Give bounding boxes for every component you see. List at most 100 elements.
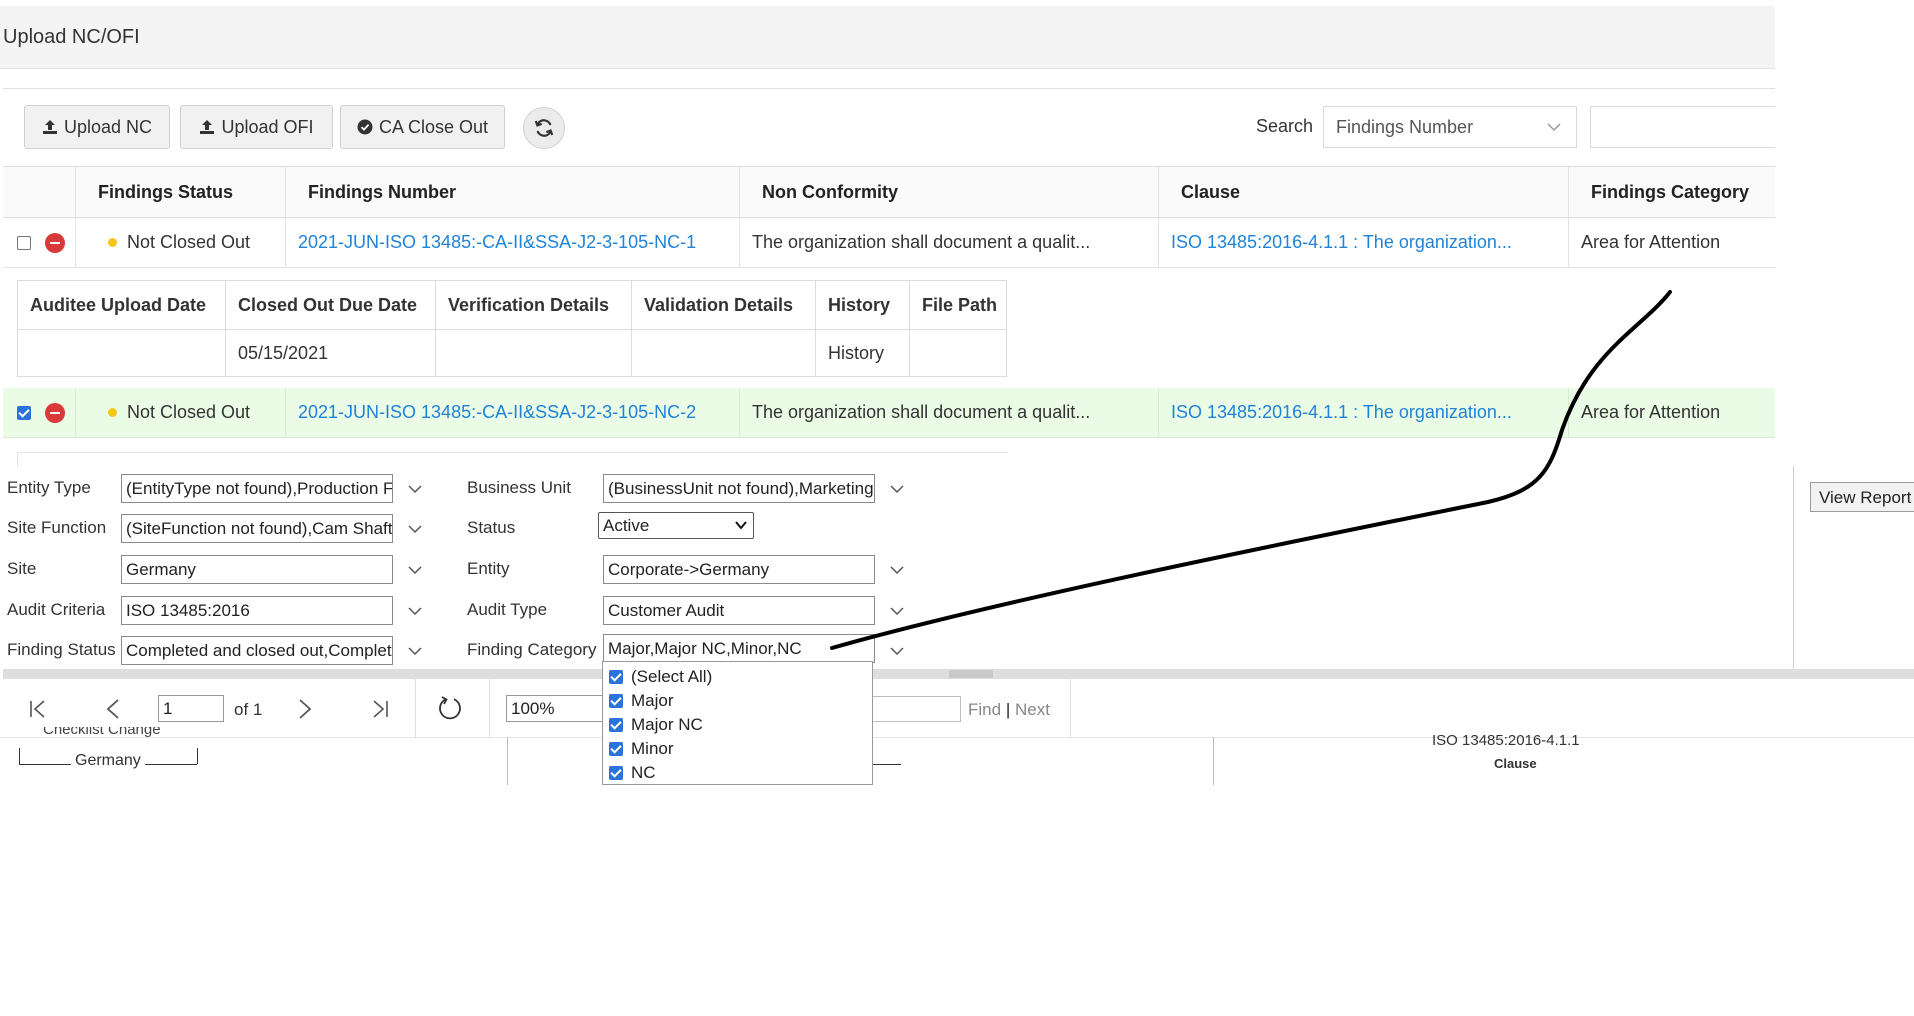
status-select[interactable]: Active — [598, 512, 754, 539]
upload-ofi-label: Upload OFI — [221, 116, 314, 137]
find-separator: | — [1005, 700, 1011, 719]
chevron-down-icon[interactable] — [408, 606, 422, 616]
upload-nc-label: Upload NC — [63, 116, 153, 137]
refresh-report-icon[interactable] — [437, 695, 463, 721]
option-checkbox[interactable] — [609, 742, 623, 756]
check-circle-icon — [357, 119, 373, 135]
non-conformity-cell: The organization shall document a qualit… — [740, 388, 1159, 437]
next-detail-table-edge — [17, 452, 1008, 467]
toolbar-separator — [1070, 679, 1071, 737]
findings-number-link[interactable]: 2021-JUN-ISO 13485:-CA-II&SSA-J2-3-105-N… — [286, 218, 740, 267]
status-dot-icon — [108, 408, 117, 417]
upload-nc-button[interactable]: Upload NC — [24, 105, 170, 149]
option-checkbox[interactable] — [609, 718, 623, 732]
column-header-findings-number[interactable]: Findings Number — [286, 167, 740, 217]
option-major-nc[interactable]: Major NC — [609, 715, 703, 735]
non-conformity-cell: The organization shall document a qualit… — [740, 218, 1159, 267]
page-number-input[interactable]: 1 — [158, 695, 224, 722]
detail-header-history: History — [816, 281, 910, 329]
report-bracket — [873, 764, 901, 765]
closed-out-due-date: 05/15/2021 — [226, 329, 436, 377]
find-input[interactable] — [866, 696, 961, 722]
next-link[interactable]: Next — [1015, 700, 1050, 719]
option-label: Major NC — [631, 715, 703, 734]
chevron-down-icon[interactable] — [408, 524, 422, 534]
chevron-down-icon[interactable] — [890, 484, 904, 494]
audit-type-field[interactable]: Customer Audit — [603, 596, 875, 625]
chevron-down-icon[interactable] — [408, 646, 422, 656]
table-row[interactable]: Not Closed Out 2021-JUN-ISO 13485:-CA-II… — [3, 388, 1775, 438]
option-select-all[interactable]: (Select All) — [609, 667, 712, 687]
row-checkbox[interactable] — [17, 405, 31, 420]
clause-link[interactable]: ISO 13485:2016-4.1.1 : The organization.… — [1159, 388, 1569, 437]
option-minor[interactable]: Minor — [609, 739, 674, 759]
audit-criteria-field[interactable]: ISO 13485:2016 — [121, 596, 393, 625]
entity-field[interactable]: Corporate->Germany — [603, 555, 875, 584]
report-bracket — [197, 748, 198, 764]
chevron-down-icon[interactable] — [408, 565, 422, 575]
ca-close-out-button[interactable]: CA Close Out — [340, 105, 505, 149]
finding-category-dropdown: (Select All) Major Major NC Minor NC — [602, 661, 873, 785]
row-select-cell — [3, 388, 76, 437]
option-major[interactable]: Major — [609, 691, 674, 711]
entity-type-label: Entity Type — [7, 478, 91, 497]
table-row[interactable]: Not Closed Out 2021-JUN-ISO 13485:-CA-II… — [3, 218, 1775, 268]
option-nc[interactable]: NC — [609, 763, 656, 783]
validation-details — [632, 329, 816, 377]
findings-category-cell: Area for Attention — [1581, 402, 1721, 422]
chevron-down-icon[interactable] — [408, 484, 422, 494]
chevron-down-icon[interactable] — [890, 646, 904, 656]
site-field[interactable]: Germany — [121, 555, 393, 584]
file-path — [910, 329, 1008, 377]
first-page-icon[interactable] — [28, 699, 48, 719]
findings-status-cell: Not Closed Out — [76, 218, 286, 267]
row-checkbox[interactable] — [17, 235, 31, 250]
column-header-findings-category[interactable]: Findings Category — [1569, 167, 1775, 217]
finding-status-field[interactable]: Completed and closed out,Complet — [121, 636, 393, 665]
search-input[interactable] — [1590, 106, 1775, 148]
option-label: Major — [631, 691, 674, 710]
entity-label: Entity — [467, 559, 510, 578]
previous-page-icon[interactable] — [103, 698, 123, 720]
detail-header-file-path: File Path — [922, 294, 998, 315]
option-checkbox[interactable] — [609, 694, 623, 708]
column-header-non-conformity[interactable]: Non Conformity — [740, 167, 1159, 217]
upload-ofi-button[interactable]: Upload OFI — [180, 105, 333, 149]
chevron-down-icon[interactable] — [890, 565, 904, 575]
parameters-divider — [1793, 466, 1794, 670]
history-link[interactable]: History — [816, 329, 910, 377]
search-field-select[interactable]: Findings Number — [1323, 106, 1577, 148]
collapse-row-icon[interactable] — [45, 402, 65, 423]
page-title: Upload NC/OFI — [3, 26, 140, 48]
option-checkbox[interactable] — [609, 670, 623, 684]
view-report-button[interactable]: View Report — [1810, 482, 1914, 512]
row-select-cell — [3, 218, 76, 267]
refresh-button[interactable] — [523, 107, 565, 149]
last-page-icon[interactable] — [370, 699, 390, 719]
option-label: Minor — [631, 739, 674, 758]
splitter-handle[interactable] — [949, 670, 993, 678]
report-clause-text: ISO 13485:2016-4.1.1 — [1432, 732, 1580, 749]
page-count: of 1 — [234, 700, 263, 719]
option-checkbox[interactable] — [609, 766, 623, 780]
site-function-field[interactable]: (SiteFunction not found),Cam Shaft — [121, 514, 393, 543]
collapse-row-icon[interactable] — [45, 232, 65, 253]
chevron-down-icon[interactable] — [890, 606, 904, 616]
detail-header-auditee-upload-date: Auditee Upload Date — [18, 281, 226, 329]
column-header-clause[interactable]: Clause — [1159, 167, 1569, 217]
column-header-findings-status[interactable]: Findings Status — [76, 167, 286, 217]
audit-type-label: Audit Type — [467, 600, 548, 619]
find-link[interactable]: Find — [968, 700, 1001, 719]
finding-category-field[interactable]: Major,Major NC,Minor,NC — [603, 634, 875, 663]
search-label: Search — [1256, 116, 1314, 136]
upload-icon — [42, 120, 57, 134]
next-page-icon[interactable] — [295, 698, 315, 720]
zoom-input[interactable]: 100% — [506, 695, 606, 722]
search-field-value: Findings Number — [1336, 117, 1474, 137]
findings-category-cell: Area for Attention — [1581, 232, 1721, 252]
findings-number-link[interactable]: 2021-JUN-ISO 13485:-CA-II&SSA-J2-3-105-N… — [286, 388, 740, 437]
clause-link[interactable]: ISO 13485:2016-4.1.1 : The organization.… — [1159, 218, 1569, 267]
business-unit-field[interactable]: (BusinessUnit not found),Marketing — [603, 474, 875, 503]
site-function-label: Site Function — [7, 518, 107, 537]
entity-type-field[interactable]: (EntityType not found),Production F — [121, 474, 393, 503]
